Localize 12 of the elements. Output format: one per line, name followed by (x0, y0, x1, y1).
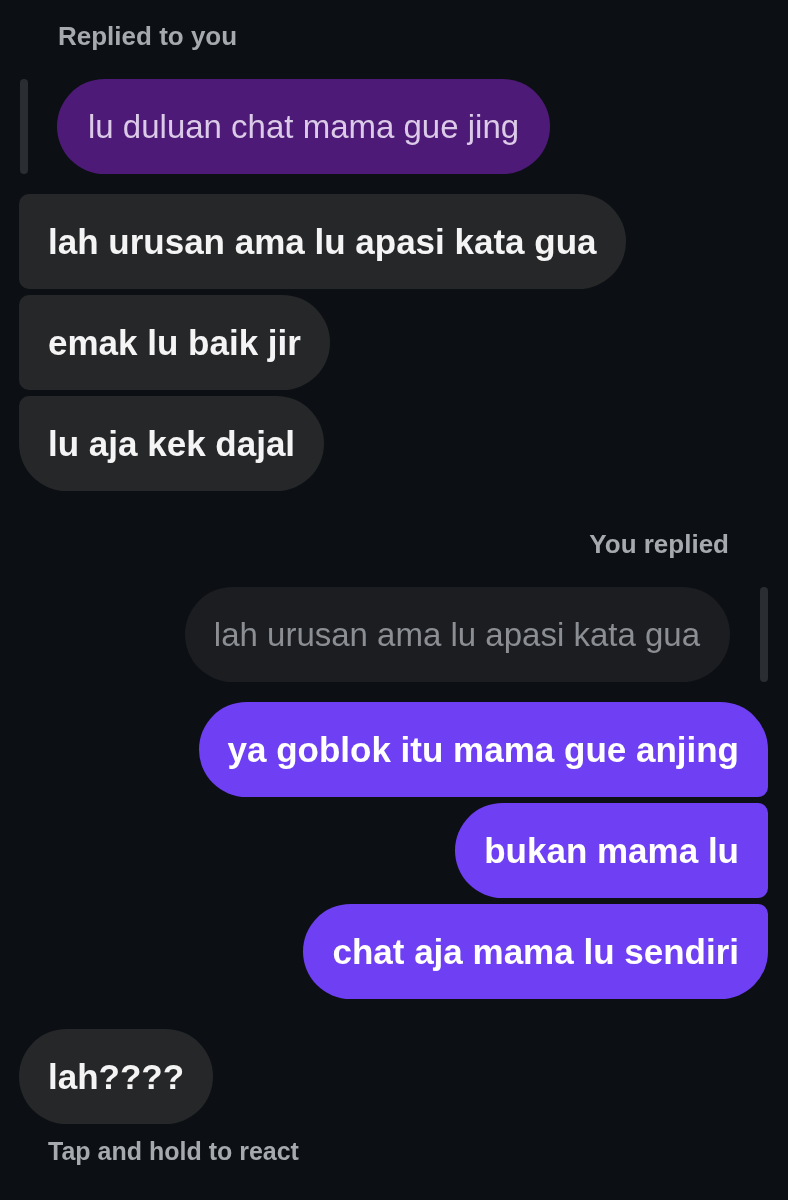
message-bubble: lah urusan ama lu apasi kata gua (19, 194, 626, 289)
message-bubble: lah???? (19, 1029, 214, 1124)
hint-text: Tap and hold to react (48, 1136, 299, 1166)
message-bubble: bukan mama lu (455, 803, 768, 898)
message-bubble: chat aja mama lu sendiri (303, 904, 768, 999)
reply-label: You replied (589, 529, 729, 559)
message-bubble: ya goblok itu mama gue anjing (198, 702, 768, 797)
message-bubble: lu aja kek dajal (19, 396, 325, 491)
quoted-message[interactable]: lah urusan ama lu apasi kata gua (184, 587, 730, 682)
quoted-message[interactable]: lu duluan chat mama gue jing (57, 79, 551, 174)
reply-label: Replied to you (58, 21, 238, 51)
message-bubble: emak lu baik jir (19, 295, 330, 390)
